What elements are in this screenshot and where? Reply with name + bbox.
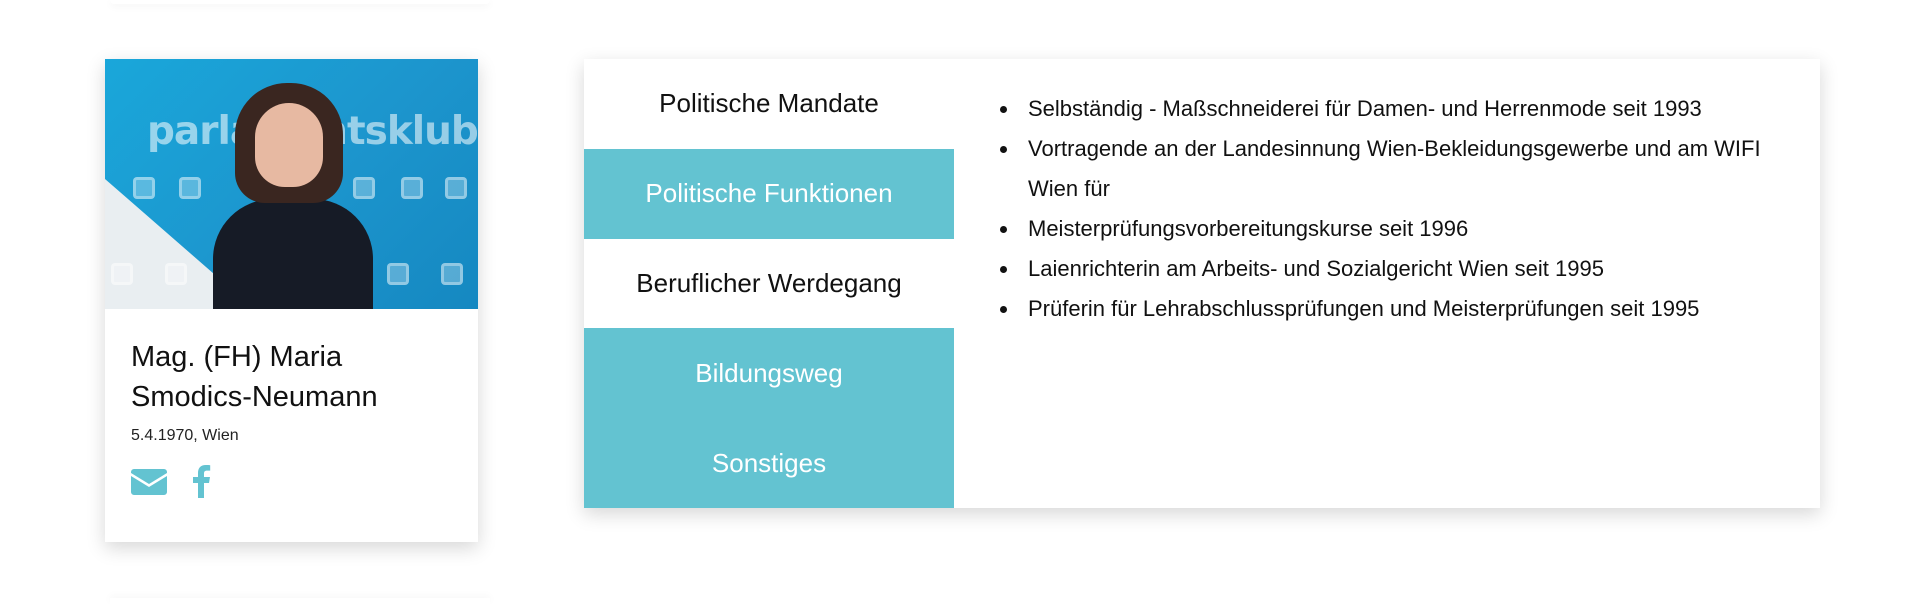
profile-name: Mag. (FH) Maria Smodics-Neumann: [131, 341, 378, 413]
tab-politische-mandate[interactable]: Politische Mandate: [584, 59, 954, 149]
list-item: Selbständig - Maßschneiderei für Damen- …: [996, 89, 1780, 129]
tab-content: Selbständig - Maßschneiderei für Damen- …: [954, 59, 1820, 508]
list-item: Prüferin für Lehrabschlussprüfungen und …: [996, 289, 1780, 329]
tab-sonstiges[interactable]: Sonstiges: [584, 418, 954, 508]
photo-tile: [353, 177, 375, 199]
tab-beruflicher-werdegang[interactable]: Beruflicher Werdegang: [584, 238, 954, 329]
list-item: Vortragende an der Landesinnung Wien-Bek…: [996, 129, 1780, 209]
career-list: Selbständig - Maßschneiderei für Damen- …: [996, 89, 1780, 329]
photo-tile: [401, 177, 423, 199]
list-item: Meisterprüfungsvorbereitungskurse seit 1…: [996, 209, 1780, 249]
person-body: [213, 199, 373, 309]
photo-tile: [133, 177, 155, 199]
facebook-icon: [193, 465, 211, 498]
tab-politische-funktionen[interactable]: Politische Funktionen: [584, 148, 954, 239]
photo-tile: [441, 263, 463, 285]
page: parlamentsklub Mag. (FH) Maria Smodics-N…: [0, 0, 1910, 604]
mail-icon: [131, 469, 167, 495]
tab-list: Politische Mandate Politische Funktionen…: [584, 59, 954, 508]
photo-tile: [165, 263, 187, 285]
mail-link[interactable]: [131, 461, 171, 501]
profile-birth-info: 5.4.1970, Wien: [131, 427, 239, 444]
profile-card: parlamentsklub Mag. (FH) Maria Smodics-N…: [105, 59, 478, 542]
person-face: [255, 103, 323, 187]
facebook-link[interactable]: [191, 461, 231, 501]
social-links: [131, 461, 456, 501]
photo-tile: [179, 177, 201, 199]
photo-tile: [387, 263, 409, 285]
photo-tile: [445, 177, 467, 199]
tabs-panel: Politische Mandate Politische Funktionen…: [584, 59, 1820, 508]
profile-photo: parlamentsklub: [105, 59, 478, 309]
tab-bildungsweg[interactable]: Bildungsweg: [584, 328, 954, 419]
list-item: Laienrichterin am Arbeits- und Sozialger…: [996, 249, 1780, 289]
profile-info: Mag. (FH) Maria Smodics-Neumann 5.4.1970…: [105, 309, 478, 501]
photo-tile: [111, 263, 133, 285]
next-card-edge: [110, 598, 490, 604]
previous-card-edge: [110, 0, 490, 4]
